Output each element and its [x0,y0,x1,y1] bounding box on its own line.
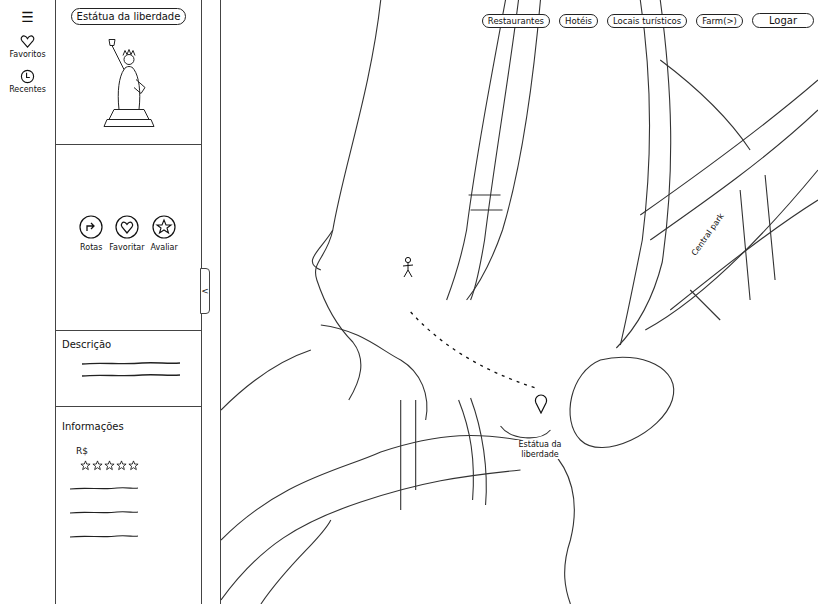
user-location-icon [401,256,415,278]
description-section: Descrição [56,331,201,407]
action-button[interactable]: Avaliar [150,215,177,252]
place-actions: RotasFavoritarAvaliar [56,145,201,331]
map-toolbar: Restaurantes Hotéis Locais turísticos Farm(… [221,0,818,28]
placeholder-text [62,483,142,495]
map-view[interactable]: Restaurantes Hotéis Locais turísticos Farm(… [220,0,818,604]
heart-icon [115,215,139,239]
map-app: ☰ Favoritos Recentes Estátua da liberdade Ro… [0,0,818,604]
clock-icon [20,69,35,84]
star-icon [104,460,115,471]
star-icon [92,460,103,471]
map-canvas[interactable] [221,0,818,604]
menu-button[interactable]: ☰ [21,10,34,24]
price-level: R$ [76,446,195,456]
info-section: Informações R$ [56,407,201,604]
filter-button[interactable]: Hotéis [559,14,598,28]
action-button[interactable]: Favoritar [109,215,144,252]
star-icon [128,460,139,471]
area-label: Central park [690,212,726,258]
star-icon [116,460,127,471]
rail-item[interactable]: Favoritos [9,34,45,59]
rail-item[interactable]: Recentes [9,69,46,94]
filter-button[interactable]: Farm(>) [696,14,743,28]
star-icon [152,215,176,239]
place-photo: Estátua da liberdade [56,0,201,145]
placeholder-text [62,531,142,543]
route-line [411,312,536,388]
destination-label: Estátua da liberdade [509,440,571,459]
filter-button[interactable]: Restaurantes [482,14,550,28]
placeholder-text [62,507,142,519]
placeholder-text [62,358,182,382]
info-heading: Informações [62,421,195,432]
heart-icon [20,34,35,49]
map-pin-icon[interactable] [534,394,548,414]
rating-stars[interactable] [80,460,195,471]
place-panel: Estátua da liberdade RotasFavoritarAvalia… [55,0,202,604]
side-rail: ☰ Favoritos Recentes [0,0,55,604]
star-icon [80,460,91,471]
description-heading: Descrição [62,339,195,350]
place-title: Estátua da liberdade [71,8,187,25]
login-button[interactable]: Logar [752,13,814,28]
collapse-button[interactable]: < [200,268,210,314]
action-button[interactable]: Rotas [79,215,103,252]
filter-button[interactable]: Locais turísticos [607,14,687,28]
statue-picture [79,29,179,134]
route-icon [79,215,103,239]
